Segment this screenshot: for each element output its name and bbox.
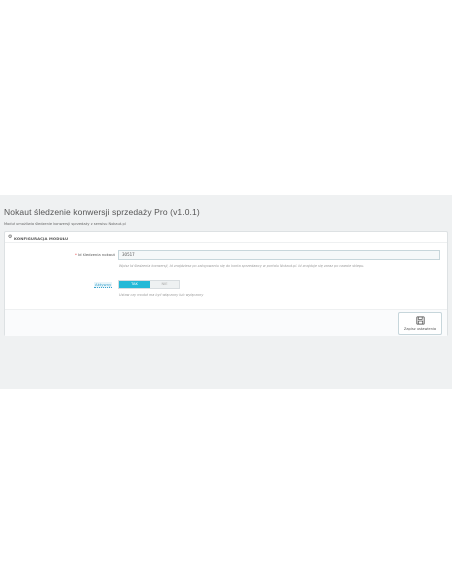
tracking-id-help: Wpisz Id śledzenia konwersji, Id znajdzi…: [119, 264, 365, 268]
tracking-id-label-text: Id śledzenia nokaut: [78, 252, 115, 257]
configuration-panel: ⚙ KONFIGURACJA MODUŁU: [4, 231, 448, 336]
panel-footer: [5, 309, 447, 336]
save-button[interactable]: Zapisz ustawienia: [398, 312, 442, 335]
tracking-id-input[interactable]: 30517: [118, 250, 440, 260]
panel-heading: ⚙ KONFIGURACJA MODUŁU: [5, 232, 447, 243]
floppy-disk-icon: [416, 316, 425, 325]
page-description: Moduł umożliwia śledzenie konwersji sprz…: [4, 222, 126, 226]
required-marker: *: [74, 252, 77, 257]
active-switch[interactable]: TAK NIE: [118, 280, 180, 289]
active-help: Ustaw czy moduł ma być włączony lub wyłą…: [119, 293, 204, 297]
active-switch-yes[interactable]: TAK: [119, 281, 150, 288]
panel-heading-label: KONFIGURACJA MODUŁU: [14, 235, 69, 241]
active-switch-no[interactable]: NIE: [150, 281, 179, 288]
page-title: Nokaut śledzenie konwersji sprzedaży Pro…: [4, 207, 200, 217]
save-button-label: Zapisz ustawienia: [403, 327, 437, 331]
active-label: Aktywny: [94, 282, 113, 288]
tracking-id-label: * Id śledzenia nokaut: [60, 252, 115, 257]
gears-icon: ⚙: [8, 234, 13, 240]
